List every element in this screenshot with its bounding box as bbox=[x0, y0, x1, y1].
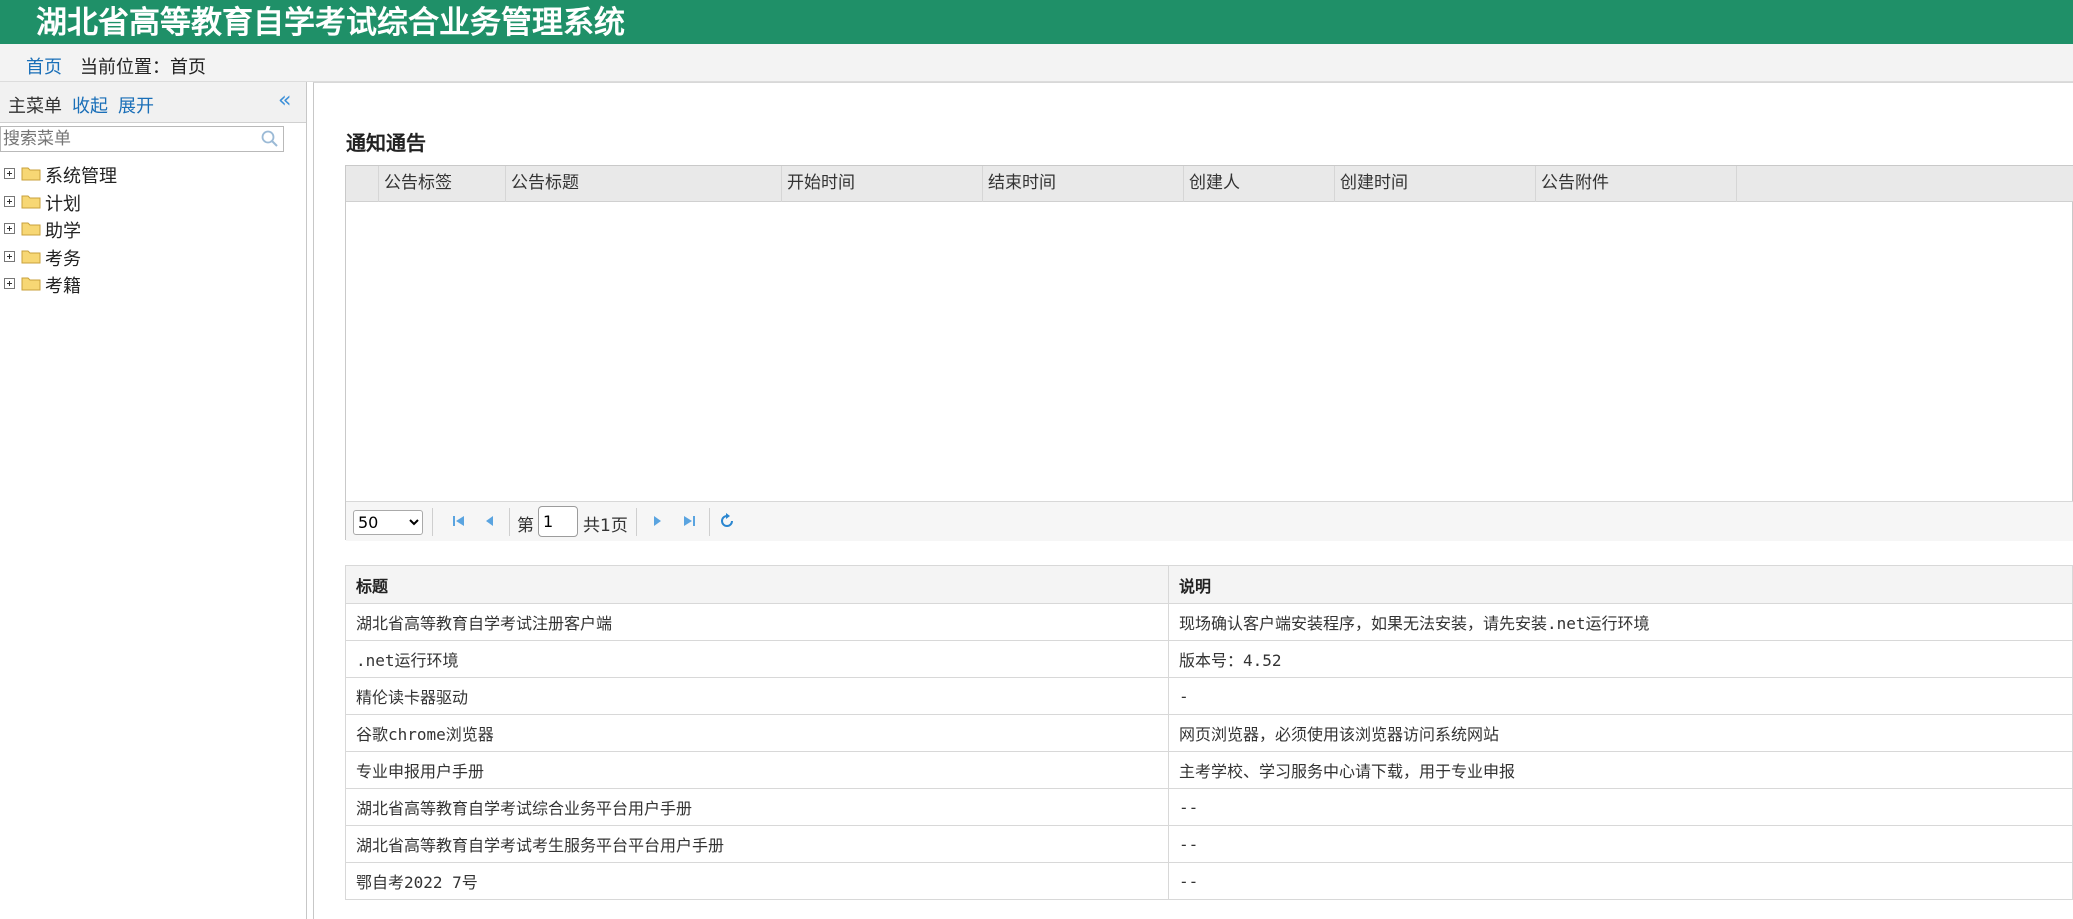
download-description: -- bbox=[1168, 862, 2073, 900]
table-row: 谷歌chrome浏览器 网页浏览器，必须使用该浏览器访问系统网站 bbox=[345, 714, 2073, 752]
breadcrumb-home-link[interactable]: 首页 bbox=[26, 53, 62, 79]
column-header[interactable]: 创建时间 bbox=[1335, 166, 1536, 202]
expand-toggle-icon[interactable] bbox=[4, 278, 15, 289]
column-header[interactable]: 公告标题 bbox=[506, 166, 782, 202]
downloads-table: 标题 说明 湖北省高等教育自学考试注册客户端 现场确认客户端安装程序，如果无法安… bbox=[345, 565, 2073, 900]
folder-icon bbox=[21, 277, 41, 291]
expand-all-link[interactable]: 展开 bbox=[118, 92, 154, 118]
page-size-select[interactable]: 10 20 50 100 bbox=[353, 510, 423, 535]
download-title-link[interactable]: .net运行环境 bbox=[345, 640, 1169, 678]
table-row: 精伦读卡器驱动 - bbox=[345, 677, 2073, 715]
column-header[interactable]: 公告附件 bbox=[1536, 166, 1737, 202]
download-description: -- bbox=[1168, 825, 2073, 863]
folder-icon bbox=[21, 195, 41, 208]
menu-tree: 系统管理 计划 助学 考务 考籍 bbox=[0, 160, 300, 298]
download-description: 版本号：4.52 bbox=[1168, 640, 2073, 678]
folder-icon bbox=[21, 167, 41, 181]
expand-toggle-icon[interactable] bbox=[4, 195, 15, 207]
menu-search-box bbox=[0, 126, 284, 152]
column-header[interactable]: 结束时间 bbox=[983, 166, 1184, 202]
table-row: 专业申报用户手册 主考学校、学习服务中心请下载，用于专业申报 bbox=[345, 751, 2073, 789]
sidebar-header: 主菜单 收起 展开 « bbox=[0, 82, 306, 123]
menu-item-label: 考务 bbox=[45, 248, 81, 270]
download-title-link[interactable]: 湖北省高等教育自学考试考生服务平台平台用户手册 bbox=[345, 825, 1169, 863]
download-description: 现场确认客户端安装程序，如果无法安装，请先安装.net运行环境 bbox=[1168, 603, 2073, 641]
download-title-link[interactable]: 鄂自考2022 7号 bbox=[345, 862, 1169, 900]
table-row: 湖北省高等教育自学考试注册客户端 现场确认客户端安装程序，如果无法安装，请先安装… bbox=[345, 603, 2073, 641]
download-title-link[interactable]: 谷歌chrome浏览器 bbox=[345, 714, 1169, 752]
pager-separator bbox=[432, 508, 433, 536]
download-description: 主考学校、学习服务中心请下载，用于专业申报 bbox=[1168, 751, 2073, 789]
notice-grid-header: 公告标签 公告标题 开始时间 结束时间 创建人 创建时间 公告附件 bbox=[346, 166, 2073, 202]
menu-item-label: 助学 bbox=[45, 221, 81, 242]
download-title-link[interactable]: 湖北省高等教育自学考试综合业务平台用户手册 bbox=[345, 788, 1169, 826]
table-row: 湖北省高等教育自学考试综合业务平台用户手册 -- bbox=[345, 788, 2073, 826]
app-banner: 湖北省高等教育自学考试综合业务管理系统 bbox=[0, 0, 2073, 44]
expand-toggle-icon[interactable] bbox=[4, 250, 15, 262]
breadcrumb: 首页 当前位置：首页 bbox=[0, 44, 2073, 82]
menu-item-exam-records[interactable]: 考籍 bbox=[0, 270, 300, 298]
current-page-input[interactable] bbox=[538, 506, 578, 537]
menu-item-label: 系统管理 bbox=[45, 166, 117, 187]
description-column-header: 说明 bbox=[1168, 565, 2073, 604]
collapse-all-link[interactable]: 收起 bbox=[72, 92, 108, 118]
prev-page-icon[interactable] bbox=[481, 512, 499, 530]
first-page-icon[interactable] bbox=[450, 512, 468, 530]
table-row: .net运行环境 版本号：4.52 bbox=[345, 640, 2073, 678]
app-title: 湖北省高等教育自学考试综合业务管理系统 bbox=[36, 5, 625, 41]
menu-item-label: 计划 bbox=[45, 193, 81, 215]
menu-item-label: 考籍 bbox=[45, 276, 81, 297]
download-title-link[interactable]: 湖北省高等教育自学考试注册客户端 bbox=[345, 603, 1169, 641]
menu-search-input[interactable] bbox=[3, 129, 253, 149]
folder-icon bbox=[21, 250, 41, 263]
search-icon[interactable] bbox=[260, 129, 280, 149]
download-title-link[interactable]: 精伦读卡器驱动 bbox=[345, 677, 1169, 715]
download-description: 网页浏览器，必须使用该浏览器访问系统网站 bbox=[1168, 714, 2073, 752]
menu-item-plan[interactable]: 计划 bbox=[0, 188, 300, 216]
table-row: 湖北省高等教育自学考试考生服务平台平台用户手册 -- bbox=[345, 825, 2073, 863]
pager-separator bbox=[709, 508, 710, 536]
refresh-icon[interactable] bbox=[718, 512, 736, 530]
download-description: -- bbox=[1168, 788, 2073, 826]
expand-toggle-icon[interactable] bbox=[4, 168, 15, 179]
download-title-link[interactable]: 专业申报用户手册 bbox=[345, 751, 1169, 789]
last-page-icon[interactable] bbox=[680, 512, 698, 530]
sidebar-title: 主菜单 bbox=[8, 96, 62, 117]
column-header[interactable]: 公告标签 bbox=[379, 166, 506, 202]
next-page-icon[interactable] bbox=[648, 512, 666, 530]
expand-toggle-icon[interactable] bbox=[4, 223, 15, 234]
folder-icon bbox=[21, 222, 41, 236]
table-row: 鄂自考2022 7号 -- bbox=[345, 862, 2073, 900]
column-header[interactable]: 开始时间 bbox=[782, 166, 983, 202]
sidebar: 主菜单 收起 展开 « 系统管理 计划 bbox=[0, 82, 307, 919]
notice-section-title: 通知通告 bbox=[346, 131, 426, 155]
page-prefix-label: 第 bbox=[517, 516, 534, 536]
title-column-header: 标题 bbox=[345, 565, 1169, 604]
pager-separator bbox=[509, 508, 510, 536]
menu-item-exam-affairs[interactable]: 考务 bbox=[0, 243, 300, 271]
total-pages-label: 共1页 bbox=[583, 516, 628, 536]
notice-grid: 公告标签 公告标题 开始时间 结束时间 创建人 创建时间 公告附件 10 20 … bbox=[345, 165, 2073, 541]
pager-separator bbox=[636, 508, 637, 536]
row-number-header bbox=[346, 166, 379, 202]
menu-item-study-assist[interactable]: 助学 bbox=[0, 215, 300, 243]
menu-item-system-management[interactable]: 系统管理 bbox=[0, 160, 300, 188]
breadcrumb-current-position: 当前位置：首页 bbox=[80, 57, 206, 78]
pagination-bar: 10 20 50 100 第 共1页 bbox=[346, 501, 2073, 541]
table-header-row: 标题 说明 bbox=[345, 565, 2073, 604]
column-header[interactable]: 创建人 bbox=[1184, 166, 1335, 202]
fold-sidebar-icon[interactable]: « bbox=[278, 88, 291, 113]
download-description: - bbox=[1168, 677, 2073, 715]
